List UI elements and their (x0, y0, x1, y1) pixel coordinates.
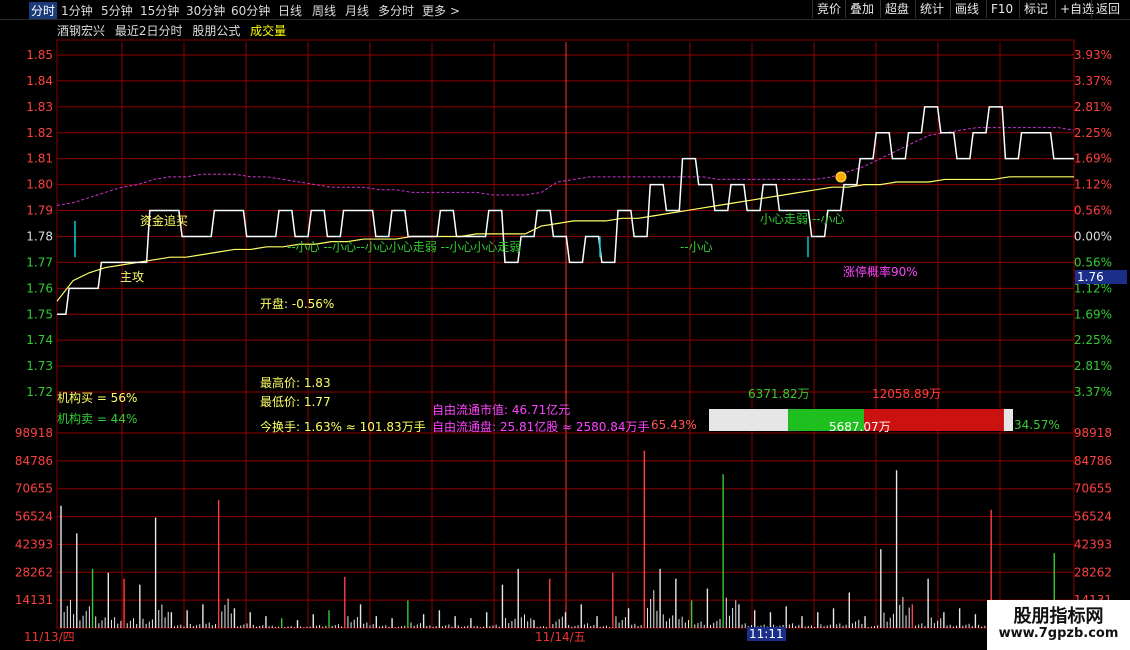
btn-back[interactable]: 返回 (1091, 0, 1124, 18)
ann-zhugong: 主攻 (120, 270, 145, 284)
price-tick-label: 1.73 (26, 359, 53, 373)
volume-tick-right: 98918 (1074, 426, 1112, 440)
tab-monthly[interactable]: 月线 (345, 2, 369, 19)
ann-inst-buy: 机构买 = 56% (57, 391, 138, 405)
indicator-label: 成交量 (250, 24, 287, 38)
ratio-bar-end-white (1003, 409, 1013, 431)
chart-header: 酒钢宏兴 最近2日分时 股朋公式 成交量 (57, 22, 292, 39)
pct-tick-label: 2.25% (1074, 333, 1112, 347)
volume-tick-left: 42393 (15, 537, 53, 551)
volume-tick-left: 28262 (15, 565, 53, 579)
ann-xiaoxin-row: --小心 --小心--小心小心走弱 --小心小心走弱 (287, 240, 522, 254)
pct-tick-label: 0.56% (1074, 204, 1112, 218)
volume-tick-right: 84786 (1074, 454, 1112, 468)
ann-float-value: 自由流通市值: 46.71亿元 (432, 403, 571, 417)
ann-turnover: 今换手: 1.63% ≈ 101.83万手 (260, 420, 426, 434)
btn-stats[interactable]: 统计 (915, 0, 948, 18)
stock-name: 酒钢宏兴 (57, 24, 106, 38)
signal-dot (835, 171, 847, 183)
ann-limit-prob: 涨停概率90% (843, 265, 918, 279)
price-tick-label: 1.82 (26, 126, 53, 140)
price-tick-label: 1.80 (26, 178, 53, 192)
ann-bar-right: 12058.89万 (872, 387, 942, 401)
pct-tick-label: 2.81% (1074, 100, 1112, 114)
pct-tick-label: 1.69% (1074, 307, 1112, 321)
pct-tick-label: 1.12% (1074, 178, 1112, 192)
price-tick-label: 1.77 (26, 255, 53, 269)
price-tick-label: 1.79 (26, 204, 53, 218)
current-price-label: 1.76 (1075, 270, 1127, 284)
brand-watermark: 股朋指标网 www.7gpzb.com (987, 600, 1130, 650)
ann-float-shares: 自由流通盘: 25.81亿股 ≈ 2580.84万手 (432, 420, 650, 434)
price-tick-label: 1.76 (26, 281, 53, 295)
price-tick-label: 1.81 (26, 152, 53, 166)
pct-tick-label: 3.93% (1074, 48, 1112, 62)
tab-weekly[interactable]: 周线 (312, 2, 336, 19)
pct-tick-label: 1.69% (1074, 152, 1112, 166)
price-tick-label: 1.78 (26, 229, 53, 243)
period-label: 最近2日分时 (114, 24, 183, 38)
pct-tick-label: 0.00% (1074, 229, 1112, 243)
volume-tick-right: 28262 (1074, 565, 1112, 579)
pct-tick-label: 3.37% (1074, 74, 1112, 88)
brand-name: 股朋指标网 (1013, 606, 1104, 627)
btn-f10[interactable]: F10 (986, 0, 1017, 18)
volume-tick-left: 56524 (15, 510, 53, 524)
price-tick-label: 1.75 (26, 307, 53, 321)
price-tick-label: 1.74 (26, 333, 53, 347)
chart-canvas: 1.85 3.93% 1.84 3.37% 1.83 2.81% 1.82 2.25% 1.81… (15, 39, 1112, 629)
price-tick-label: 1.84 (26, 74, 53, 88)
ann-zijin: 资金追买 (140, 214, 189, 228)
ann-bar-left: 6371.82万 (748, 387, 810, 401)
btn-mark[interactable]: 标记 (1019, 0, 1052, 18)
date-day2: 11/14/五 (535, 630, 586, 644)
volume-tick-right: 42393 (1074, 537, 1112, 551)
tab-1min[interactable]: 1分钟 (61, 2, 93, 19)
pct-tick-label: 0.56% (1074, 255, 1112, 269)
volume-tick-right: 56524 (1074, 510, 1112, 524)
pct-tick-label: 2.25% (1074, 126, 1112, 140)
tab-more[interactable]: 更多 > (422, 2, 460, 19)
ann-open: 开盘: -0.56% (260, 297, 335, 311)
ann-inst-sell: 机构卖 = 44% (57, 412, 138, 426)
btn-draw[interactable]: 画线 (950, 0, 983, 18)
tab-30min[interactable]: 30分钟 (186, 2, 225, 19)
date-day1: 11/13/四 (24, 630, 75, 644)
tab-daily[interactable]: 日线 (278, 2, 302, 19)
volume-tick-right: 70655 (1074, 482, 1112, 496)
volume-tick-left: 70655 (15, 482, 53, 496)
ratio-bar-white (709, 409, 789, 431)
ann-zouruo-right: 小心走弱 --小心 (760, 212, 845, 226)
tab-fenshi[interactable]: 分时 (29, 2, 58, 19)
ann-low: 最低价: 1.77 (260, 395, 331, 409)
ann-bar-mid: 5687.07万 (829, 420, 891, 434)
volume-tick-left: 14131 (15, 593, 53, 607)
toolbar: 分时 1分钟 5分钟 15分钟 30分钟 60分钟 日线 周线 月线 多分时 更… (0, 0, 1130, 20)
pct-tick-label: 3.37% (1074, 385, 1112, 399)
price-tick-label: 1.83 (26, 100, 53, 114)
btn-overlay[interactable]: 叠加 (845, 0, 878, 18)
formula-label: 股朋公式 (192, 24, 241, 38)
btn-auction[interactable]: 竞价 (812, 0, 845, 18)
ann-float-pct: 65.43% (651, 418, 697, 432)
cursor-time: 11:11 (747, 627, 786, 641)
ann-xiaoxin-single: --小心 (680, 240, 713, 254)
brand-url: www.7gpzb.com (998, 626, 1119, 641)
tab-5min[interactable]: 5分钟 (101, 2, 133, 19)
price-tick-label: 1.85 (26, 48, 53, 62)
price-tick-label: 1.72 (26, 385, 53, 399)
btn-superpan[interactable]: 超盘 (880, 0, 913, 18)
ann-high: 最高价: 1.83 (260, 376, 331, 390)
tab-multi[interactable]: 多分时 (378, 2, 414, 19)
tab-60min[interactable]: 60分钟 (231, 2, 270, 19)
tab-15min[interactable]: 15分钟 (140, 2, 179, 19)
pct-tick-label: 2.81% (1074, 359, 1112, 373)
ann-bar-pct: 34.57% (1014, 418, 1060, 432)
volume-tick-left: 98918 (15, 426, 53, 440)
volume-tick-left: 84786 (15, 454, 53, 468)
